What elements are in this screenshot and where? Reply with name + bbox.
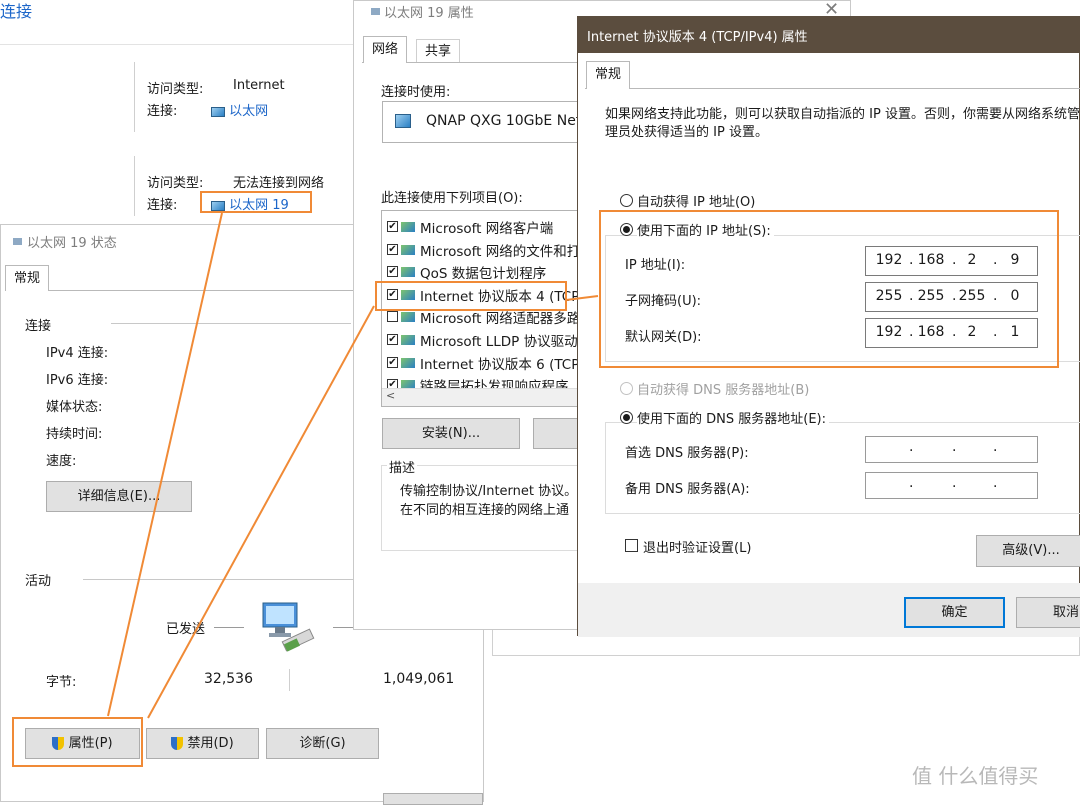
watermark-text: 值 什么值得买	[912, 764, 1039, 788]
annotation-line	[565, 295, 599, 301]
annotation-lines	[107, 212, 599, 719]
annotation-line	[107, 212, 223, 717]
watermark: 值 什么值得买	[912, 760, 1038, 789]
annotation-line	[147, 305, 375, 719]
